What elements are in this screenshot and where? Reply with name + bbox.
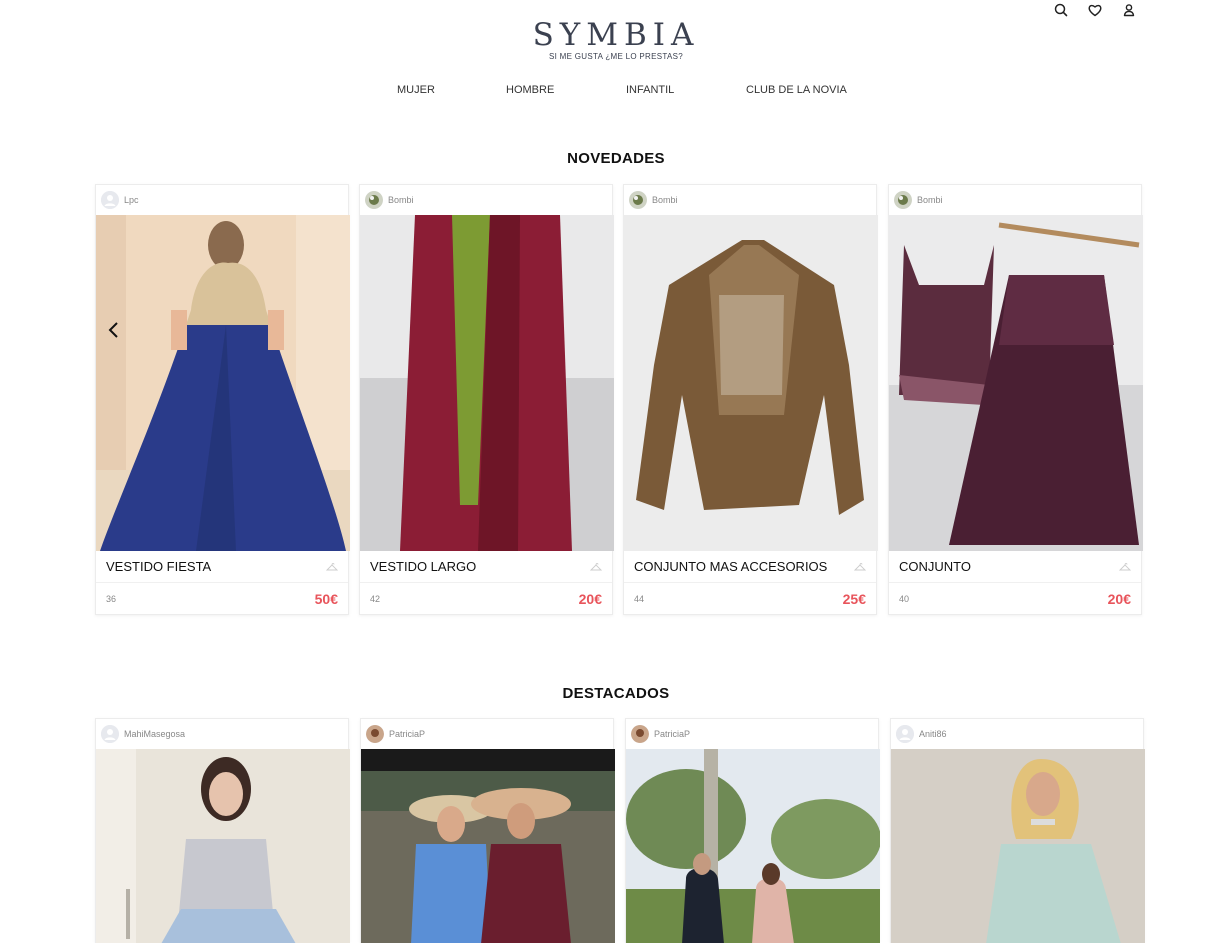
product-title[interactable]: CONJUNTO MAS ACCESORIOS	[634, 559, 827, 574]
product-image[interactable]	[889, 215, 1143, 551]
header-icons	[1053, 2, 1137, 18]
username: Bombi	[917, 195, 943, 205]
avatar	[366, 725, 384, 743]
card-title-row: VESTIDO LARGO	[360, 551, 612, 583]
product-price: 20€	[1107, 590, 1131, 607]
avatar	[894, 191, 912, 209]
main-nav: MUJER HOMBRE INFANTIL CLUB DE LA NOVIA	[0, 84, 1232, 98]
product-size: 40	[899, 593, 910, 604]
hanger-icon	[326, 562, 338, 570]
product-card[interactable]: Bombi CONJUNTO MAS ACCESORIOS 44 25€	[623, 184, 878, 615]
card-user[interactable]: PatriciaP	[361, 719, 613, 749]
featured-card[interactable]: PatriciaP	[625, 718, 880, 943]
product-price: 25€	[842, 590, 866, 607]
card-title-row: CONJUNTO	[889, 551, 1141, 583]
search-icon[interactable]	[1053, 2, 1069, 18]
card-user[interactable]: Bombi	[889, 185, 1141, 215]
avatar	[101, 191, 119, 209]
hanger-icon	[854, 562, 866, 570]
card-user[interactable]: Bombi	[624, 185, 876, 215]
product-image[interactable]	[624, 215, 878, 551]
username: PatriciaP	[654, 729, 691, 739]
product-image[interactable]	[360, 215, 614, 551]
featured-image[interactable]	[96, 749, 350, 943]
avatar	[629, 191, 647, 209]
featured-card[interactable]: Aniti86	[890, 718, 1145, 943]
product-price: 50€	[314, 590, 338, 607]
avatar	[631, 725, 649, 743]
product-card[interactable]: Lpc VESTIDO FIESTA 36 50€	[95, 184, 350, 615]
product-card[interactable]: Bombi VESTIDO LARGO 42 20€	[359, 184, 614, 615]
card-user[interactable]: Bombi	[360, 185, 612, 215]
nav-item-mujer[interactable]: MUJER	[397, 84, 435, 96]
featured-image[interactable]	[361, 749, 615, 943]
nav-item-club-de-la-novia[interactable]: CLUB DE LA NOVIA	[746, 84, 847, 96]
logo-tagline: SI ME GUSTA ¿ME LO PRESTAS?	[548, 52, 684, 61]
logo[interactable]: SYMBIA SI ME GUSTA ¿ME LO PRESTAS?	[0, 18, 1232, 62]
card-title-row: CONJUNTO MAS ACCESORIOS	[624, 551, 876, 583]
product-size: 36	[106, 593, 117, 604]
product-size: 42	[370, 593, 381, 604]
section-title-novedades: NOVEDADES	[567, 150, 665, 167]
card-user[interactable]: Lpc	[96, 185, 348, 215]
nav-item-infantil[interactable]: INFANTIL	[626, 84, 674, 96]
featured-image[interactable]	[891, 749, 1145, 943]
username: Bombi	[652, 195, 678, 205]
featured-image[interactable]	[626, 749, 880, 943]
avatar	[365, 191, 383, 209]
product-title[interactable]: VESTIDO FIESTA	[106, 559, 211, 574]
card-meta: 36 50€	[96, 583, 348, 614]
avatar	[896, 725, 914, 743]
product-title[interactable]: CONJUNTO	[899, 559, 971, 574]
card-user[interactable]: MahiMasegosa	[96, 719, 348, 749]
featured-card[interactable]: PatriciaP	[360, 718, 615, 943]
username: Bombi	[388, 195, 414, 205]
product-card[interactable]: Bombi CONJUNTO 40 20€	[888, 184, 1143, 615]
card-title-row: VESTIDO FIESTA	[96, 551, 348, 583]
section-title-destacados: DESTACADOS	[562, 685, 670, 702]
card-meta: 44 25€	[624, 583, 876, 614]
avatar	[101, 725, 119, 743]
username: PatriciaP	[389, 729, 426, 739]
username: Aniti86	[919, 729, 947, 739]
username: MahiMasegosa	[124, 729, 186, 739]
card-meta: 42 20€	[360, 583, 612, 614]
carousel-prev-arrow-icon[interactable]	[104, 320, 124, 340]
product-price: 20€	[578, 590, 602, 607]
heart-icon[interactable]	[1087, 2, 1103, 18]
card-user[interactable]: PatriciaP	[626, 719, 878, 749]
logo-text[interactable]: SYMBIA	[0, 18, 1232, 52]
username: Lpc	[124, 195, 139, 205]
nav-item-hombre[interactable]: HOMBRE	[506, 84, 554, 96]
hanger-icon	[1119, 562, 1131, 570]
hanger-icon	[590, 562, 602, 570]
user-icon[interactable]	[1121, 2, 1137, 18]
product-size: 44	[634, 593, 645, 604]
product-image[interactable]	[96, 215, 350, 551]
product-title[interactable]: VESTIDO LARGO	[370, 559, 476, 574]
featured-card[interactable]: MahiMasegosa	[95, 718, 350, 943]
card-user[interactable]: Aniti86	[891, 719, 1143, 749]
card-meta: 40 20€	[889, 583, 1141, 614]
